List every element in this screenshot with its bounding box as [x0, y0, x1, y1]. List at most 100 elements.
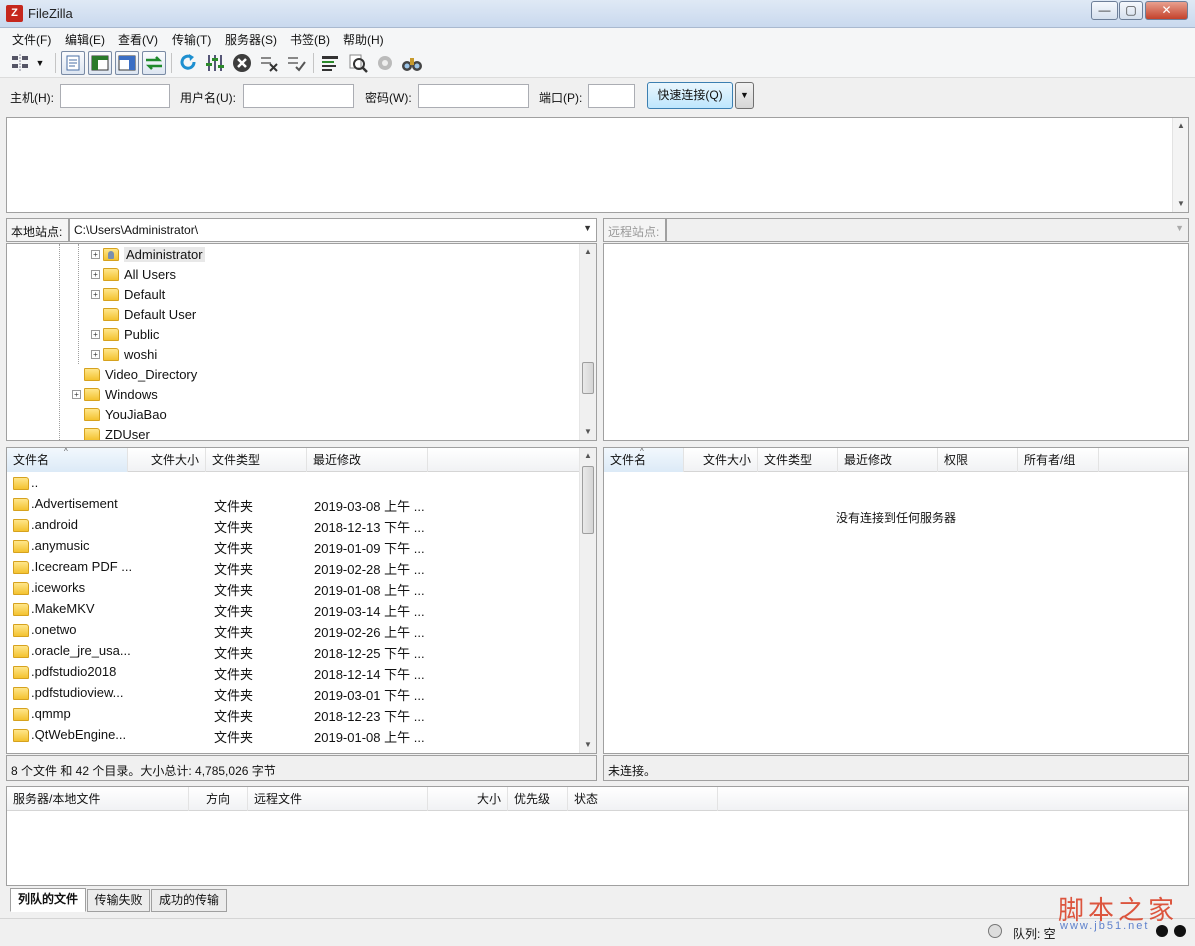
quickconnect-dropdown-button[interactable]: ▼: [735, 82, 754, 109]
tree-item[interactable]: + woshi: [91, 344, 157, 364]
expand-icon[interactable]: +: [91, 249, 100, 259]
message-log-scrollbar[interactable]: ▲ ▼: [1172, 118, 1188, 212]
local-tree-scrollbar[interactable]: ▲ ▼: [579, 244, 596, 440]
host-input[interactable]: [60, 84, 170, 108]
column-modified[interactable]: 最近修改: [838, 448, 938, 472]
transfer-queue[interactable]: 服务器/本地文件 方向 远程文件 大小 优先级 状态: [6, 786, 1189, 886]
column-direction[interactable]: 方向: [189, 787, 248, 811]
tree-item[interactable]: + All Users: [91, 264, 176, 284]
expand-icon[interactable]: +: [91, 269, 100, 279]
remote-directory-tree[interactable]: [603, 243, 1189, 441]
sync-browsing-icon[interactable]: [373, 51, 397, 75]
search-files-icon[interactable]: [400, 51, 424, 75]
file-row[interactable]: .Advertisement 文件夹 2019-03-08 上午 ...: [7, 494, 581, 515]
scrollbar-thumb[interactable]: [582, 362, 594, 394]
tab-successful-transfers[interactable]: 成功的传输: [151, 889, 227, 912]
local-path-combo[interactable]: C:\Users\Administrator\ ▼: [69, 218, 597, 242]
maximize-button[interactable]: ▢: [1119, 1, 1143, 20]
column-permissions[interactable]: 权限: [938, 448, 1018, 472]
menu-help[interactable]: 帮助(H): [343, 31, 384, 48]
process-queue-icon[interactable]: [203, 51, 227, 75]
file-row[interactable]: .oracle_jre_usa... 文件夹 2018-12-25 下午 ...: [7, 641, 581, 662]
username-input[interactable]: [243, 84, 354, 108]
chevron-down-icon[interactable]: ▼: [583, 223, 592, 233]
column-priority[interactable]: 优先级: [508, 787, 568, 811]
tree-item[interactable]: + Windows: [72, 384, 158, 404]
reconnect-icon[interactable]: [284, 51, 308, 75]
speed-limit-icon[interactable]: [988, 924, 1002, 938]
local-file-list[interactable]: 文件名 ^ 文件大小 文件类型 最近修改 .. .Advertisement 文件夹 2…: [6, 447, 597, 754]
local-file-scrollbar[interactable]: ▲ ▼: [579, 448, 596, 753]
tree-item[interactable]: Default User: [91, 304, 196, 324]
dropdown-arrow-icon[interactable]: ▼: [33, 51, 47, 75]
column-server-local-file[interactable]: 服务器/本地文件: [7, 787, 189, 811]
refresh-icon[interactable]: [176, 51, 200, 75]
remote-path-combo[interactable]: ▼: [666, 218, 1189, 242]
tree-item[interactable]: ZDUser: [72, 424, 150, 440]
toggle-queue-icon[interactable]: [142, 51, 166, 75]
minimize-button[interactable]: —: [1091, 1, 1118, 20]
scroll-down-arrow-icon[interactable]: ▼: [580, 737, 596, 753]
local-directory-tree[interactable]: + Administrator + All Users + Default De…: [6, 243, 597, 441]
disconnect-icon[interactable]: [257, 51, 281, 75]
tab-failed-transfers[interactable]: 传输失败: [87, 889, 150, 912]
cancel-icon[interactable]: [230, 51, 254, 75]
column-filename[interactable]: 文件名 ^: [604, 448, 684, 472]
menu-view[interactable]: 查看(V): [118, 31, 158, 48]
expand-icon[interactable]: +: [91, 329, 100, 339]
column-filetype[interactable]: 文件类型: [206, 448, 307, 472]
scroll-down-arrow-icon[interactable]: ▼: [1173, 196, 1189, 212]
column-status[interactable]: 状态: [568, 787, 718, 811]
file-row[interactable]: .pdfstudioview... 文件夹 2019-03-01 下午 ...: [7, 683, 581, 704]
file-row[interactable]: .anymusic 文件夹 2019-01-09 下午 ...: [7, 536, 581, 557]
column-owner-group[interactable]: 所有者/组: [1018, 448, 1099, 472]
expand-icon[interactable]: +: [91, 349, 100, 359]
toggle-local-tree-icon[interactable]: [88, 51, 112, 75]
file-row[interactable]: .pdfstudio2018 文件夹 2018-12-14 下午 ...: [7, 662, 581, 683]
menu-transfer[interactable]: 传输(T): [172, 31, 211, 48]
column-remote-file[interactable]: 远程文件: [248, 787, 428, 811]
quickconnect-button[interactable]: 快速连接(Q): [647, 82, 733, 109]
message-log[interactable]: ▲ ▼: [6, 117, 1189, 213]
column-filename[interactable]: 文件名 ^: [7, 448, 128, 472]
column-filetype[interactable]: 文件类型: [758, 448, 838, 472]
tree-item[interactable]: Video_Directory: [72, 364, 197, 384]
file-row[interactable]: .QtWebEngine... 文件夹 2019-01-08 上午 ...: [7, 725, 581, 746]
file-row[interactable]: ..: [7, 473, 581, 494]
column-modified[interactable]: 最近修改: [307, 448, 428, 472]
menu-bookmarks[interactable]: 书签(B): [290, 31, 330, 48]
tree-item[interactable]: + Administrator: [91, 244, 205, 264]
menu-edit[interactable]: 编辑(E): [65, 31, 105, 48]
toggle-message-log-icon[interactable]: [61, 51, 85, 75]
expand-icon[interactable]: +: [72, 389, 81, 399]
scroll-up-arrow-icon[interactable]: ▲: [1173, 118, 1189, 134]
directory-filter-icon[interactable]: [318, 51, 342, 75]
column-filesize[interactable]: 文件大小: [128, 448, 206, 472]
remote-file-list[interactable]: 文件名 ^ 文件大小 文件类型 最近修改 权限 所有者/组 没有连接到任何服务器: [603, 447, 1189, 754]
column-size[interactable]: 大小: [428, 787, 508, 811]
column-filesize[interactable]: 文件大小: [684, 448, 758, 472]
menu-server[interactable]: 服务器(S): [225, 31, 277, 48]
tree-item[interactable]: + Public: [91, 324, 159, 344]
expand-icon[interactable]: +: [91, 289, 100, 299]
tree-item[interactable]: + Default: [91, 284, 165, 304]
tree-item[interactable]: YouJiaBao: [72, 404, 167, 424]
toggle-remote-tree-icon[interactable]: [115, 51, 139, 75]
tab-queued-files[interactable]: 列队的文件: [10, 888, 86, 912]
scrollbar-thumb[interactable]: [582, 466, 594, 534]
port-input[interactable]: [588, 84, 635, 108]
file-row[interactable]: .MakeMKV 文件夹 2019-03-14 上午 ...: [7, 599, 581, 620]
scroll-up-arrow-icon[interactable]: ▲: [580, 448, 596, 464]
file-row[interactable]: .iceworks 文件夹 2019-01-08 上午 ...: [7, 578, 581, 599]
close-button[interactable]: ✕: [1145, 1, 1188, 20]
scroll-down-arrow-icon[interactable]: ▼: [580, 424, 596, 440]
menu-file[interactable]: 文件(F): [12, 31, 51, 48]
file-row[interactable]: .onetwo 文件夹 2019-02-26 上午 ...: [7, 620, 581, 641]
file-row[interactable]: .Icecream PDF ... 文件夹 2019-02-28 上午 ...: [7, 557, 581, 578]
chevron-down-icon[interactable]: ▼: [1175, 223, 1184, 233]
file-row[interactable]: .qmmp 文件夹 2018-12-23 下午 ...: [7, 704, 581, 725]
site-manager-icon[interactable]: [9, 51, 33, 75]
file-row[interactable]: .android 文件夹 2018-12-13 下午 ...: [7, 515, 581, 536]
password-input[interactable]: [418, 84, 529, 108]
directory-comparison-icon[interactable]: [346, 51, 370, 75]
